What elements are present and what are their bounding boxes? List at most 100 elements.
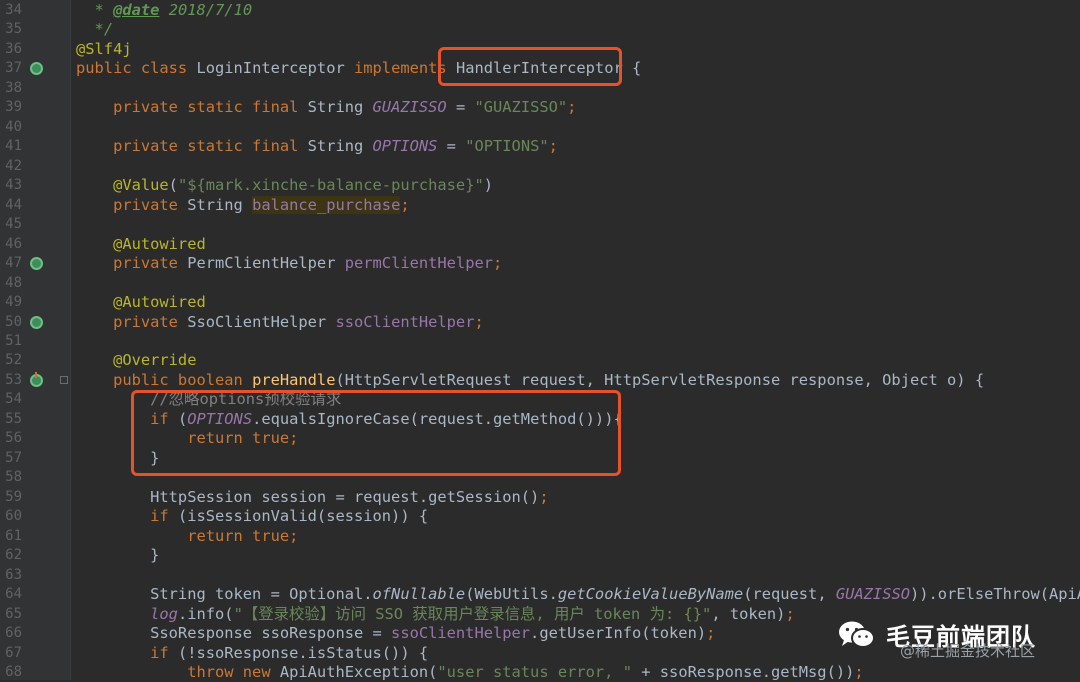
implementation-gutter-icon[interactable] (30, 257, 43, 271)
implementation-gutter-icon[interactable] (30, 62, 43, 76)
code-token: @date (113, 1, 160, 19)
code-line[interactable]: 40 (0, 118, 1080, 137)
code-text: } (76, 546, 159, 565)
code-token: return true (76, 526, 290, 545)
code-token: ; (400, 195, 410, 214)
code-line[interactable]: 53 public boolean preHandle(HttpServletR… (0, 371, 1080, 390)
code-line[interactable]: 48 (0, 274, 1080, 293)
code-token: ; (854, 662, 864, 681)
line-number: 54 (5, 391, 22, 408)
code-token: LoginInterceptor (196, 59, 354, 78)
code-token: ; (474, 312, 484, 331)
code-text: @Value("${mark.xinche-balance-purchase}"… (76, 176, 493, 195)
code-token: "${mark.xinche-balance-purchase}" (177, 176, 484, 195)
code-token: private (76, 312, 188, 331)
code-token: (HttpServletRequest request, HttpServlet… (335, 370, 985, 389)
code-line[interactable]: 52 @Override (0, 351, 1080, 370)
line-number: 60 (5, 508, 22, 525)
code-line[interactable]: 41 private static final String OPTIONS =… (0, 137, 1080, 156)
code-text: @Autowired (76, 293, 206, 312)
code-line[interactable]: 44 private String balance_purchase; (0, 195, 1080, 215)
code-line[interactable]: 46 @Autowired (0, 235, 1080, 254)
code-line[interactable]: 35 */ (0, 20, 1080, 39)
line-number: 68 (5, 663, 22, 680)
line-number: 63 (5, 566, 22, 583)
code-token: ; (539, 487, 549, 506)
line-number: 34 (5, 2, 22, 18)
code-token: private static final (76, 98, 308, 117)
code-token: GUAZISSO (835, 585, 910, 604)
code-token: String (187, 195, 253, 214)
override-gutter-icon[interactable] (30, 371, 43, 387)
code-token: ; (493, 254, 503, 273)
line-number: 47 (5, 255, 22, 272)
code-token: ApiAuthException( (279, 662, 438, 681)
code-text: HttpSession session = request.getSession… (76, 487, 549, 507)
line-number: 55 (5, 410, 22, 427)
code-line[interactable]: 47 private PermClientHelper permClientHe… (0, 254, 1080, 273)
code-text: SsoResponse ssoResponse = ssoClientHelpe… (76, 624, 715, 643)
code-text: throw new ApiAuthException("user status … (76, 662, 864, 682)
code-line[interactable]: 63 (0, 566, 1080, 585)
code-token: GUAZISSO (372, 98, 447, 117)
code-line[interactable]: 34 * @date 2018/7/10 (0, 1, 1080, 20)
line-number: 57 (5, 449, 22, 466)
code-token: { (622, 59, 642, 78)
line-number: 59 (5, 488, 22, 505)
code-text: private String balance_purchase; (76, 195, 410, 215)
watermark-subtext: @稀土掘金技术社区 (900, 642, 1036, 660)
code-token: @Autowired (76, 234, 206, 253)
code-token: } (76, 546, 160, 565)
code-line[interactable]: 50 private SsoClientHelper ssoClientHelp… (0, 313, 1080, 332)
code-line[interactable]: 42 (0, 157, 1080, 176)
code-line[interactable]: 43 @Value("${mark.xinche-balance-purchas… (0, 176, 1080, 195)
code-line[interactable]: 49 @Autowired (0, 293, 1080, 312)
line-number: 53 (5, 371, 22, 388)
code-line[interactable]: 60 if (isSessionValid(session)) { (0, 507, 1080, 526)
line-number: 45 (5, 216, 22, 233)
code-line[interactable]: 59 HttpSession session = request.getSess… (0, 488, 1080, 507)
line-number: 65 (5, 605, 22, 622)
highlight-box-options-check (131, 390, 621, 476)
code-token: @Value (76, 176, 169, 195)
line-number: 50 (5, 313, 22, 330)
code-token: = (437, 137, 466, 156)
code-token: PermClientHelper (187, 254, 345, 273)
code-token: if (76, 643, 178, 662)
code-line[interactable]: 39 private static final String GUAZISSO … (0, 98, 1080, 117)
code-text: * @date 2018/7/10 (76, 1, 253, 20)
line-number: 58 (5, 469, 22, 486)
code-line[interactable]: 64 String token = Optional.ofNullable(We… (0, 585, 1080, 604)
code-line[interactable]: 62 } (0, 546, 1080, 565)
line-number: 36 (5, 40, 22, 57)
code-line[interactable]: 45 (0, 215, 1080, 234)
code-token: String (307, 137, 373, 156)
implementation-gutter-icon[interactable] (30, 315, 43, 329)
code-text: @Override (76, 351, 196, 370)
line-number: 51 (5, 332, 22, 349)
code-token: permClientHelper (344, 254, 493, 273)
line-number: 66 (5, 625, 22, 642)
code-line[interactable]: 68 throw new ApiAuthException("user stat… (0, 663, 1080, 682)
code-token: private static final (76, 137, 308, 156)
fold-toggle-icon[interactable] (60, 375, 68, 384)
code-token: (!ssoResponse.isStatus()) { (177, 643, 429, 662)
code-token: HttpSession session = request.getSession… (76, 487, 540, 506)
code-token: */ (94, 20, 114, 39)
code-text: */ (76, 20, 114, 39)
line-number: 40 (5, 118, 22, 135)
line-number: 67 (5, 644, 22, 661)
code-editor[interactable]: 34 * @date 2018/7/10 35 */36 @Slf4j 37 publi… (0, 0, 1080, 682)
line-number: 64 (5, 586, 22, 603)
code-token: getCookieValueByName (557, 585, 744, 604)
code-token: "GUAZISSO" (474, 98, 568, 117)
code-line[interactable]: 61 return true; (0, 527, 1080, 546)
code-token: + ssoResponse.getMsg()) (631, 662, 855, 681)
code-line[interactable]: 51 (0, 332, 1080, 351)
code-text: public boolean preHandle(HttpServletRequ… (76, 371, 984, 390)
code-token: (WebUtils. (465, 585, 558, 604)
code-text: if (!ssoResponse.isStatus()) { (76, 644, 428, 663)
